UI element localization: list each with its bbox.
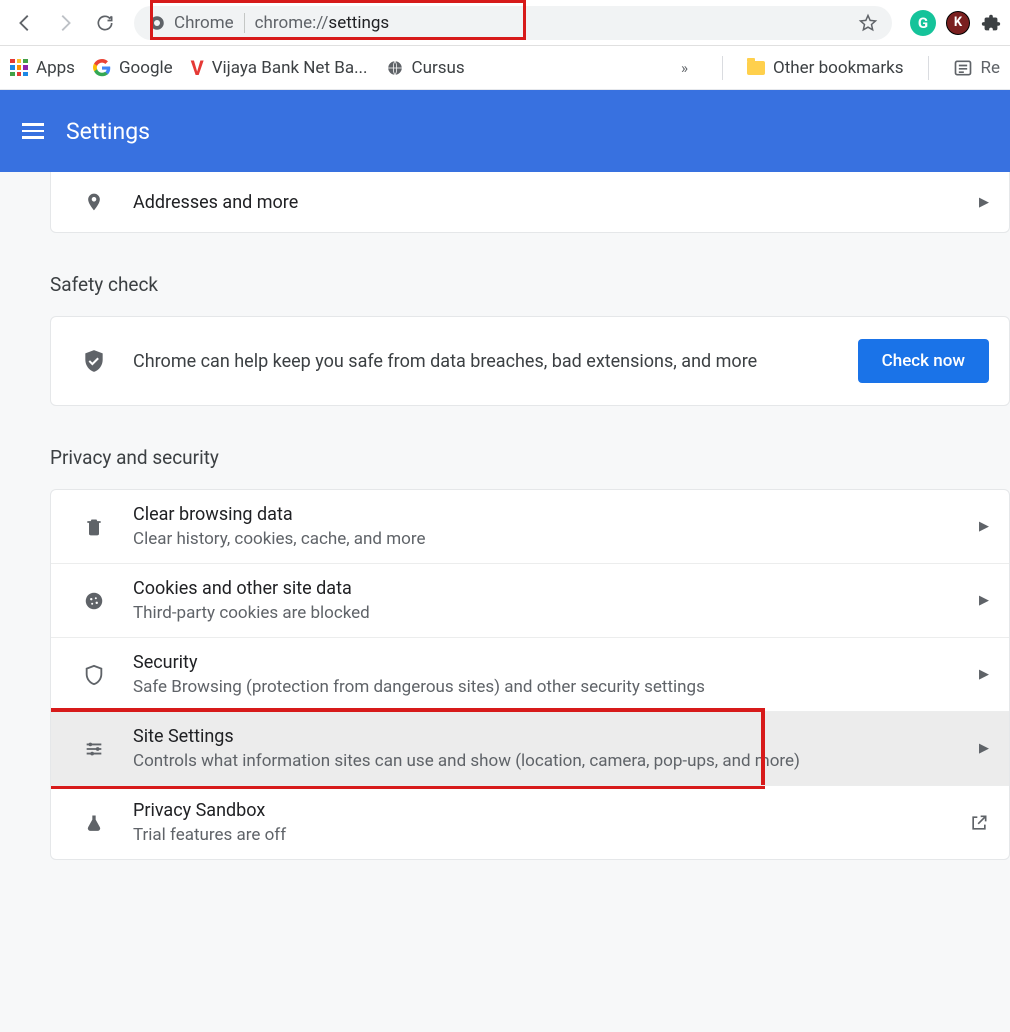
page-title: Settings [66,118,150,145]
row-title: Clear browsing data [133,504,953,525]
privacy-security-row[interactable]: Security Safe Browsing (protection from … [51,637,1009,711]
omnibox-divider [244,13,245,33]
row-title: Site Settings [133,726,953,747]
flask-icon [81,811,107,835]
privacy-clear-data-row[interactable]: Clear browsing data Clear history, cooki… [51,490,1009,563]
separator [722,56,723,80]
settings-content: Addresses and more ▶ Safety check Chrome… [0,172,1010,1032]
extension-k-icon[interactable]: K [946,11,970,35]
bookmark-google[interactable]: Google [93,58,173,78]
bookmark-label: Vijaya Bank Net Ba... [212,58,368,78]
globe-icon [386,59,404,77]
check-now-button[interactable]: Check now [858,339,989,383]
separator [928,56,929,80]
autofill-addresses-row[interactable]: Addresses and more ▶ [51,172,1009,232]
url-text: chrome://settings [255,13,390,33]
sliders-icon [81,738,107,760]
row-title: Cookies and other site data [133,578,953,599]
chevron-right-icon: ▶ [979,741,989,756]
site-chip-label: Chrome [174,13,234,33]
bookmarks-bar: Apps Google V Vijaya Bank Net Ba... Curs… [0,46,1010,90]
location-pin-icon [81,190,107,214]
bookmarks-overflow[interactable]: » [671,59,698,77]
privacy-cookies-row[interactable]: Cookies and other site data Third-party … [51,563,1009,637]
apps-grid-icon [10,59,28,77]
row-subtitle: Trial features are off [133,825,943,845]
bookmark-label: Re [981,58,1001,78]
reading-list-icon [953,58,973,78]
bookmark-label: Apps [36,58,75,78]
row-title: Addresses and more [133,192,953,213]
trash-icon [81,515,107,539]
bookmark-label: Cursus [412,58,465,78]
chrome-icon [148,14,166,32]
row-subtitle: Third-party cookies are blocked [133,603,953,623]
section-heading-safety: Safety check [50,273,1010,296]
safety-check-card: Chrome can help keep you safe from data … [50,316,1010,406]
bookmark-label: Google [119,58,173,78]
vijaya-icon: V [191,56,204,80]
extension-grammarly-icon[interactable]: G [910,10,936,36]
url-scheme: chrome:// [255,13,329,33]
reading-list[interactable]: Re [953,58,1001,78]
chevron-right-icon: ▶ [979,667,989,682]
open-external-icon [969,813,989,833]
cookie-icon [81,590,107,612]
google-icon [93,59,111,77]
row-title: Privacy Sandbox [133,800,943,821]
extension-icons: G K [904,10,1002,36]
url-path: settings [328,13,389,33]
settings-header: Settings [0,90,1010,172]
other-bookmarks[interactable]: Other bookmarks [747,58,903,78]
chevron-right-icon: ▶ [979,593,989,608]
shield-icon [81,662,107,688]
extensions-menu-icon[interactable] [980,12,1002,34]
shield-check-icon [81,346,107,376]
privacy-site-settings-row[interactable]: Site Settings Controls what information … [51,711,1009,785]
safety-check-text: Chrome can help keep you safe from data … [133,351,832,372]
row-subtitle: Controls what information sites can use … [133,751,953,771]
row-title: Security [133,652,953,673]
privacy-sandbox-row[interactable]: Privacy Sandbox Trial features are off [51,785,1009,859]
row-subtitle: Safe Browsing (protection from dangerous… [133,677,953,697]
bookmark-vijaya[interactable]: V Vijaya Bank Net Ba... [191,56,368,80]
bookmark-star-icon[interactable] [858,13,878,33]
browser-toolbar: Chrome chrome://settings G K [0,0,1010,46]
chevron-right-icon: ▶ [979,519,989,534]
reload-button[interactable] [88,6,122,40]
menu-button[interactable] [22,123,44,139]
row-subtitle: Clear history, cookies, cache, and more [133,529,953,549]
forward-button[interactable] [48,6,82,40]
bookmark-cursus[interactable]: Cursus [386,58,465,78]
back-button[interactable] [8,6,42,40]
folder-icon [747,61,765,75]
chevron-right-icon: ▶ [979,195,989,210]
section-heading-privacy: Privacy and security [50,446,1010,469]
bookmark-label: Other bookmarks [773,58,903,78]
bookmark-apps[interactable]: Apps [10,58,75,78]
address-bar[interactable]: Chrome chrome://settings [134,6,892,40]
site-chip: Chrome [148,13,234,33]
